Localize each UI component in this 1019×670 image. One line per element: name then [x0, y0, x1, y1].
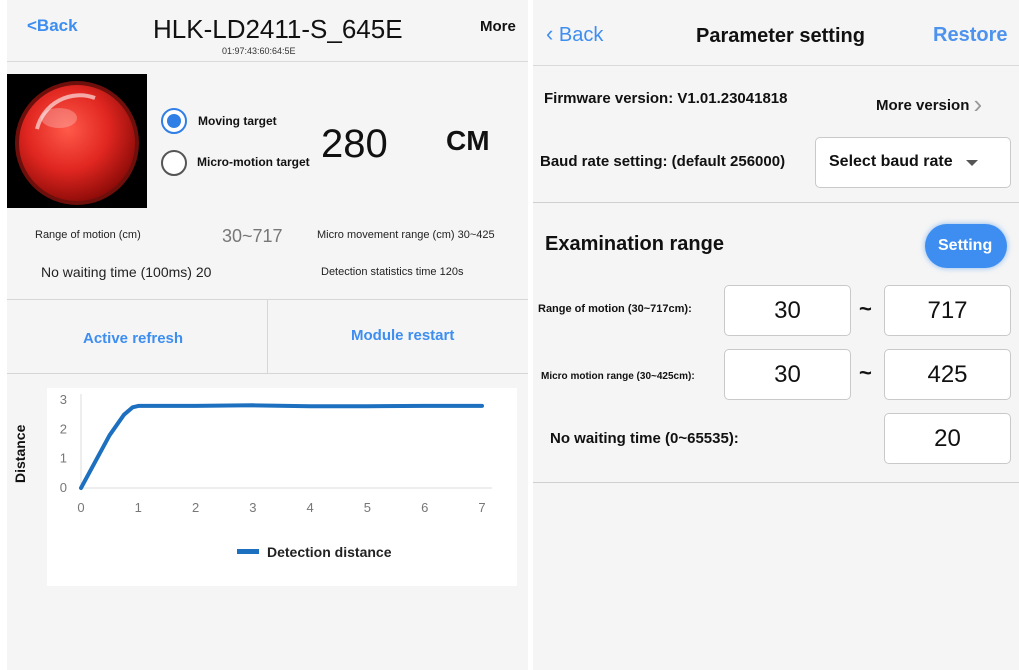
target-indicator	[7, 74, 147, 208]
x-tick-label: 5	[364, 500, 371, 515]
chevron-left-icon: ‹	[546, 21, 554, 46]
baud-rate-label: Baud rate setting: (default 256000)	[540, 153, 786, 170]
dropdown-caret-icon	[966, 160, 978, 166]
baud-select-label: Select baud rate	[829, 153, 953, 170]
section-divider-bottom	[533, 482, 1019, 483]
chevron-right-icon: ›	[973, 89, 983, 119]
micro-range-text: Micro movement range (cm) 30~425	[317, 229, 495, 241]
actions-bar: Active refresh Module restart	[7, 299, 528, 374]
setting-button[interactable]: Setting	[925, 224, 1007, 268]
range-motion-label: Range of motion (cm)	[35, 229, 141, 241]
y-tick-label: 3	[60, 392, 67, 407]
motion-max-input[interactable]: 717	[884, 285, 1011, 336]
legend-label: Detection distance	[267, 544, 392, 560]
more-version-label: More version	[876, 97, 970, 114]
micro-range-label: Micro motion range (30~425cm):	[541, 371, 695, 382]
x-tick-label: 7	[478, 500, 485, 515]
restore-button[interactable]: Restore	[933, 24, 1007, 47]
page-title: Parameter setting	[696, 25, 865, 47]
baud-rate-select[interactable]: Select baud rate	[815, 137, 1011, 188]
radio-micro-target[interactable]	[161, 150, 187, 176]
no-waiting-time-input[interactable]: 20	[884, 413, 1011, 464]
motion-tilde: ~	[859, 296, 872, 321]
header-bar: <Back HLK-LD2411-S_645E 01:97:43:60:64:5…	[7, 0, 528, 62]
distance-chart: 0 1 2 3 0 1 2 3 4 5 6 7 Detection distance	[60, 392, 492, 560]
radio-moving-target[interactable]	[161, 108, 187, 134]
x-tick-label: 2	[192, 500, 199, 515]
back-button[interactable]: ‹ Back	[546, 21, 603, 47]
motion-range-label: Range of motion (30~717cm):	[538, 303, 692, 315]
x-tick-label: 0	[77, 500, 84, 515]
range-motion-value: 30~717	[222, 226, 283, 246]
examination-range-title: Examination range	[545, 233, 724, 255]
micro-max-input[interactable]: 425	[884, 349, 1011, 400]
more-version-link[interactable]: More version ›	[876, 86, 983, 119]
firmware-version: Firmware version: V1.01.23041818	[544, 90, 788, 107]
more-button[interactable]: More	[480, 18, 516, 35]
x-tick-label: 3	[249, 500, 256, 515]
module-restart-button[interactable]: Module restart	[269, 300, 528, 373]
no-waiting-time-label: No waiting time (0~65535):	[550, 430, 739, 447]
section-divider	[533, 202, 1019, 203]
mac-address: 01:97:43:60:64:5E	[222, 46, 296, 56]
micro-min-input[interactable]: 30	[724, 349, 851, 400]
detection-stats-text: Detection statistics time 120s	[321, 266, 464, 278]
distance-chart-card: 0 1 2 3 0 1 2 3 4 5 6 7 Detection distance	[47, 388, 517, 586]
x-tick-label: 4	[307, 500, 314, 515]
distance-value: 280	[321, 122, 388, 166]
device-status-screen: <Back HLK-LD2411-S_645E 01:97:43:60:64:5…	[7, 0, 528, 670]
back-button[interactable]: <Back	[27, 16, 78, 36]
parameter-setting-screen: ‹ Back Parameter setting Restore Firmwar…	[533, 0, 1019, 670]
legend-swatch	[237, 549, 259, 554]
x-tick-label: 6	[421, 500, 428, 515]
motion-min-input[interactable]: 30	[724, 285, 851, 336]
y-tick-label: 0	[60, 480, 67, 495]
active-refresh-label: Active refresh	[83, 330, 184, 347]
series-line	[79, 403, 484, 490]
setting-button-label: Setting	[938, 237, 993, 254]
back-label: Back	[558, 24, 604, 46]
moving-target-label: Moving target	[198, 114, 277, 128]
y-tick-label: 2	[60, 421, 67, 436]
module-restart-label: Module restart	[351, 327, 455, 344]
micro-target-label: Micro-motion target	[197, 155, 310, 169]
radio-selected-dot	[167, 114, 181, 128]
y-tick-label: 1	[60, 451, 67, 466]
header-bar: ‹ Back Parameter setting Restore	[533, 0, 1019, 66]
x-tick-label: 1	[135, 500, 142, 515]
micro-tilde: ~	[859, 360, 872, 385]
chart-y-axis-label: Distance	[12, 424, 28, 483]
active-refresh-button[interactable]: Active refresh	[7, 300, 268, 373]
no-wait-text: No waiting time (100ms) 20	[41, 264, 212, 280]
device-title: HLK-LD2411-S_645E	[153, 14, 403, 44]
distance-unit: CM	[446, 125, 490, 156]
